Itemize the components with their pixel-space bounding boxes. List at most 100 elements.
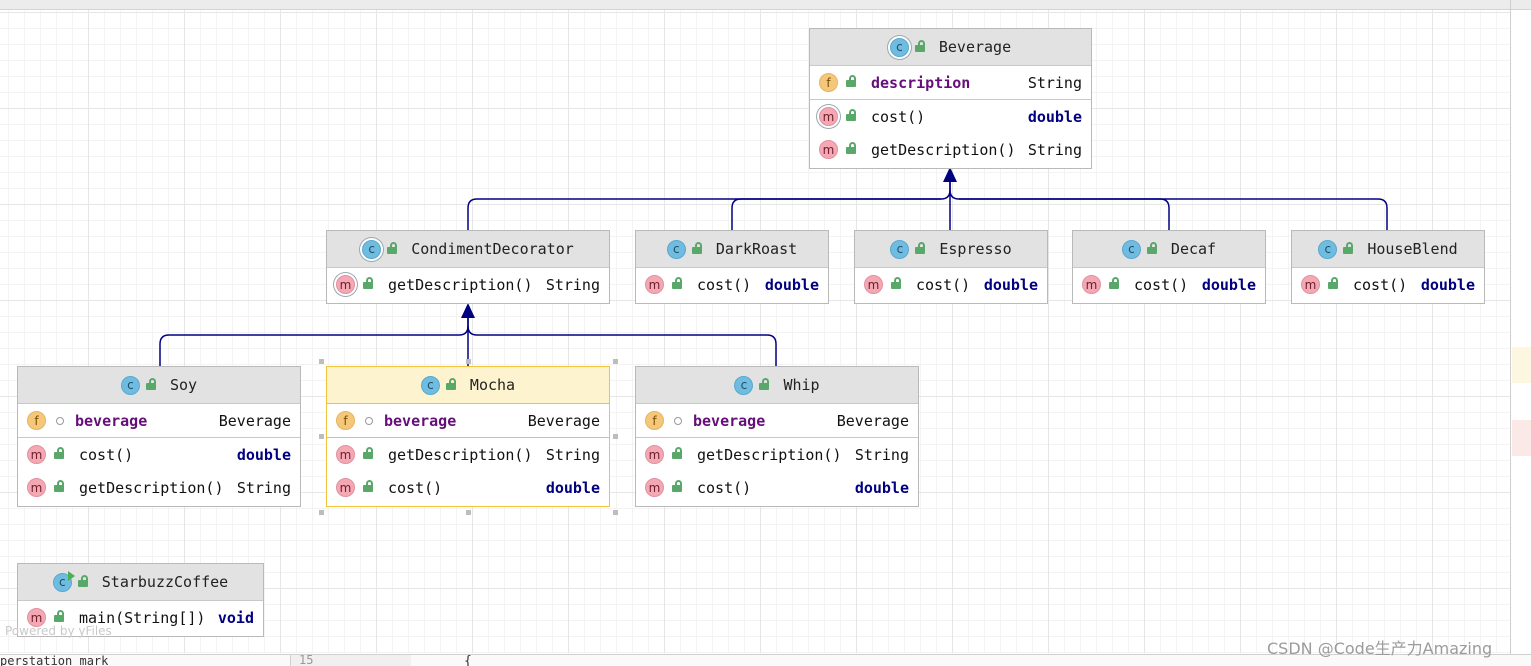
- method-return-type: String: [545, 275, 600, 294]
- public-lock-icon: [363, 447, 373, 459]
- class-whip[interactable]: c Whip f beverage Beverage m getDescript…: [635, 366, 919, 507]
- fields-section: f beverage Beverage: [636, 404, 918, 438]
- method-name: cost(): [871, 107, 926, 126]
- field-type: Beverage: [836, 411, 909, 430]
- method-return-type: double: [764, 275, 819, 294]
- method-row[interactable]: m cost() double: [18, 438, 300, 471]
- method-return-type: String: [854, 445, 909, 464]
- methods-section: m cost() double: [855, 268, 1047, 301]
- method-icon: m: [645, 478, 664, 497]
- resize-handle-w[interactable]: [319, 434, 324, 439]
- code-brace: {: [464, 654, 472, 666]
- method-icon: m: [819, 140, 838, 159]
- field-row[interactable]: f beverage Beverage: [18, 404, 300, 437]
- public-lock-icon: [77, 574, 88, 587]
- diagram-canvas[interactable]: [0, 10, 1510, 653]
- field-type: String: [1027, 73, 1082, 92]
- right-gutter-marker-error: [1512, 420, 1531, 456]
- method-name: getDescription(): [871, 140, 1016, 159]
- method-return-type: double: [1420, 275, 1475, 294]
- editor-text-fragment: perstation mark: [0, 654, 109, 666]
- method-return-type: double: [1027, 107, 1082, 126]
- class-name: Mocha: [469, 376, 516, 394]
- method-return-type: String: [1027, 140, 1082, 159]
- right-gutter-marker-warning: [1512, 347, 1531, 383]
- class-header: c Espresso: [855, 231, 1047, 268]
- method-name: cost(): [388, 478, 443, 497]
- class-condimentdecorator[interactable]: c CondimentDecorator m getDescription() …: [326, 230, 610, 304]
- class-espresso[interactable]: c Espresso m cost() double: [854, 230, 1048, 304]
- public-lock-icon: [363, 277, 373, 289]
- method-row[interactable]: m getDescription() String: [810, 133, 1091, 166]
- class-name: Beverage: [938, 38, 1012, 56]
- resize-handle-s[interactable]: [466, 510, 471, 515]
- methods-section: m cost() double: [1292, 268, 1484, 301]
- field-row[interactable]: f beverage Beverage: [636, 404, 918, 437]
- class-beverage[interactable]: c Beverage f description String m cost()…: [809, 28, 1092, 169]
- method-row[interactable]: m getDescription() String: [327, 438, 609, 471]
- resize-handle-ne[interactable]: [613, 359, 618, 364]
- method-return-type: void: [217, 608, 254, 627]
- public-lock-icon: [915, 241, 926, 254]
- csdn-watermark: CSDN @Code生产力Amazing: [1267, 639, 1493, 658]
- class-name: Whip: [783, 376, 820, 394]
- resize-handle-se[interactable]: [613, 510, 618, 515]
- method-icon: m: [336, 445, 355, 464]
- method-name: cost(): [697, 275, 752, 294]
- class-mocha[interactable]: c Mocha f beverage Beverage m getDescrip…: [326, 366, 610, 507]
- methods-section: m getDescription() String: [327, 268, 609, 301]
- method-return-type: double: [545, 478, 600, 497]
- method-row[interactable]: m cost() double: [855, 268, 1047, 301]
- method-icon: m: [27, 445, 46, 464]
- class-soy[interactable]: c Soy f beverage Beverage m cost() doubl…: [17, 366, 301, 507]
- class-icon: c: [120, 375, 140, 395]
- public-lock-icon: [1109, 277, 1119, 289]
- public-lock-icon: [145, 377, 156, 390]
- package-private-icon: [674, 416, 682, 425]
- public-lock-icon: [914, 39, 925, 52]
- field-row[interactable]: f beverage Beverage: [327, 404, 609, 437]
- field-name: description: [871, 73, 971, 92]
- public-lock-icon: [759, 377, 770, 390]
- method-row[interactable]: m cost() double: [636, 471, 918, 504]
- field-name: beverage: [693, 411, 766, 430]
- field-row[interactable]: f description String: [810, 66, 1091, 99]
- class-header: c CondimentDecorator: [327, 231, 609, 268]
- class-name: Espresso: [939, 240, 1012, 258]
- method-row[interactable]: m cost() double: [1292, 268, 1484, 301]
- public-lock-icon: [846, 142, 856, 154]
- method-row[interactable]: m getDescription() String: [18, 471, 300, 504]
- public-lock-icon: [672, 277, 682, 289]
- class-houseblend[interactable]: c HouseBlend m cost() double: [1291, 230, 1485, 304]
- methods-section: m getDescription() String m cost() doubl…: [636, 438, 918, 504]
- class-decaf[interactable]: c Decaf m cost() double: [1072, 230, 1266, 304]
- public-lock-icon: [891, 277, 901, 289]
- methods-section: m cost() double: [1073, 268, 1265, 301]
- resize-handle-e[interactable]: [613, 434, 618, 439]
- method-row[interactable]: m cost() double: [810, 100, 1091, 133]
- method-icon: m: [645, 445, 664, 464]
- method-return-type: double: [983, 275, 1038, 294]
- resize-handle-n[interactable]: [466, 359, 471, 364]
- window-top-bar: [0, 0, 1531, 10]
- field-name: beverage: [384, 411, 457, 430]
- method-row[interactable]: m getDescription() String: [327, 268, 609, 301]
- class-icon: c: [890, 239, 910, 259]
- method-name: cost(): [1353, 275, 1408, 294]
- method-row[interactable]: m getDescription() String: [636, 438, 918, 471]
- method-row[interactable]: m cost() double: [636, 268, 828, 301]
- methods-section: m getDescription() String m cost() doubl…: [327, 438, 609, 504]
- field-name: beverage: [75, 411, 148, 430]
- public-lock-icon: [691, 241, 702, 254]
- method-row[interactable]: m cost() double: [1073, 268, 1265, 301]
- class-icon: c: [734, 375, 754, 395]
- method-icon: m: [1301, 275, 1320, 294]
- methods-section: m cost() double: [636, 268, 828, 301]
- resize-handle-sw[interactable]: [319, 510, 324, 515]
- resize-handle-nw[interactable]: [319, 359, 324, 364]
- class-darkroast[interactable]: c DarkRoast m cost() double: [635, 230, 829, 304]
- method-icon: m: [1082, 275, 1101, 294]
- method-name: getDescription(): [388, 275, 533, 294]
- method-return-type: double: [1201, 275, 1256, 294]
- method-row[interactable]: m cost() double: [327, 471, 609, 504]
